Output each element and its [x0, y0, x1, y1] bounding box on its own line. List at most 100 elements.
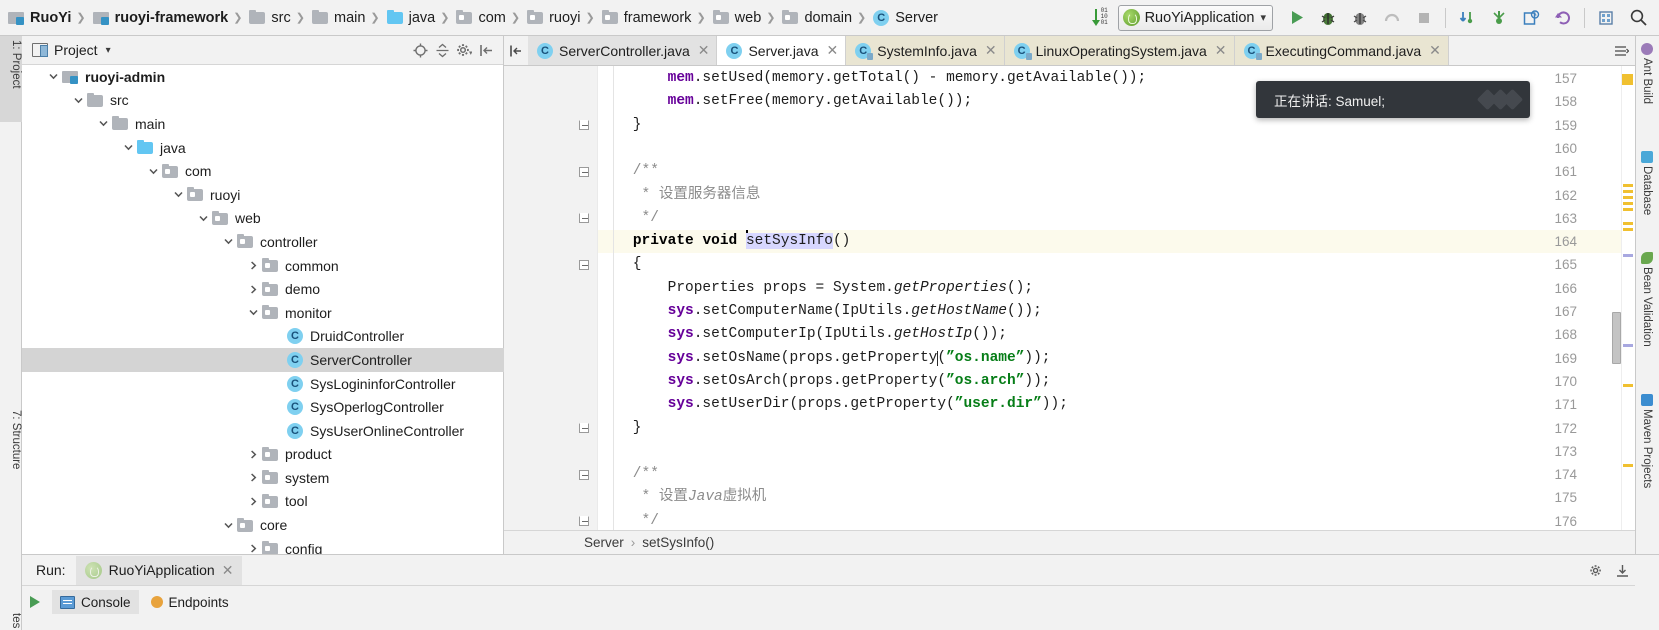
close-icon[interactable]: ✕ [222, 562, 234, 579]
rerun-icon[interactable] [22, 590, 48, 614]
close-icon[interactable]: ✕ [1215, 42, 1227, 59]
chevron-down-icon[interactable] [219, 516, 237, 534]
close-icon[interactable]: ✕ [985, 42, 997, 59]
tab-endpoints[interactable]: Endpoints [142, 590, 237, 614]
editor-tab-servercontroller[interactable]: C ServerController.java ✕ [528, 36, 718, 65]
history-icon[interactable] [1516, 4, 1546, 32]
tree-item-tool[interactable]: tool [22, 490, 504, 514]
tab-console[interactable]: Console [52, 590, 139, 614]
chevron-down-icon[interactable] [144, 162, 162, 180]
breadcrumb-item-src[interactable]: src [245, 0, 292, 36]
chevron-down-icon[interactable] [69, 91, 87, 109]
editor-tab-systeminfo[interactable]: C SystemInfo.java ✕ [846, 36, 1005, 65]
tree-item-demo[interactable]: demo [22, 277, 504, 301]
breadcrumb-item-main[interactable]: main [308, 0, 367, 36]
tree-item-system[interactable]: system [22, 466, 504, 490]
tree-item-controller[interactable]: controller [22, 230, 504, 254]
sidebar-tab-maven-projects[interactable]: Maven Projects [1635, 391, 1659, 491]
breadcrumb-method[interactable]: setSysInfo() [642, 535, 714, 550]
close-icon[interactable]: ✕ [698, 42, 710, 59]
rollback-icon[interactable] [1548, 4, 1578, 32]
breadcrumb-item-server[interactable]: Server [869, 0, 940, 36]
tree-item-servercontroller[interactable]: ServerController [22, 348, 504, 372]
run-configuration-selector[interactable]: RuoYiApplication ▾ [1117, 4, 1273, 31]
chevron-right-icon[interactable] [244, 257, 262, 275]
fold-toggle-icon[interactable] [578, 160, 590, 183]
fold-toggle-icon[interactable] [578, 510, 590, 530]
editor-scrollbar[interactable] [1612, 66, 1621, 530]
settings-icon[interactable] [1591, 4, 1621, 32]
tree-item-common[interactable]: common [22, 254, 504, 278]
locate-icon[interactable] [409, 39, 431, 61]
sidebar-tab-database[interactable]: Database [1635, 148, 1659, 218]
close-icon[interactable]: ✕ [827, 42, 839, 59]
tree-item-config[interactable]: config [22, 537, 504, 554]
sort-alphabetically-icon[interactable]: 01 10 01 [1088, 5, 1116, 31]
chevron-right-icon[interactable] [244, 492, 262, 510]
breadcrumb-item-framework[interactable]: framework [598, 0, 694, 36]
breadcrumb-item-web[interactable]: web [709, 0, 764, 36]
gear-icon[interactable] [1583, 558, 1609, 582]
tree-item-product[interactable]: product [22, 443, 504, 467]
tree-item-ruoyi-admin[interactable]: ruoyi-admin [22, 65, 504, 89]
hide-panel-icon[interactable] [1609, 558, 1635, 582]
commit-icon[interactable] [1484, 4, 1514, 32]
sidebar-tab-ant-build[interactable]: Ant Build [1635, 40, 1659, 107]
editor-tab-server[interactable]: C Server.java ✕ [717, 36, 847, 65]
tree-item-syslogininforcontroller[interactable]: SysLogininforController [22, 372, 504, 396]
tree-item-main[interactable]: main [22, 112, 504, 136]
collapse-all-icon[interactable] [431, 39, 453, 61]
project-tree[interactable]: ruoyi-admin src main java com ruoyi web control… [22, 65, 504, 554]
tree-item-ruoyi[interactable]: ruoyi [22, 183, 504, 207]
tab-list-icon[interactable] [504, 36, 528, 65]
tree-item-src[interactable]: src [22, 89, 504, 113]
code-editor[interactable]: 157 158 159 160 161 162 163 164 165 166 167 168 169 1… [504, 66, 1635, 530]
editor-breadcrumb[interactable]: Server › setSysInfo() [504, 530, 1635, 554]
tree-item-monitor[interactable]: monitor [22, 301, 504, 325]
close-icon[interactable]: ✕ [1429, 42, 1441, 59]
fold-toggle-icon[interactable] [578, 253, 590, 276]
sidebar-tab-structure[interactable]: 7: Structure [0, 406, 22, 498]
run-tab-ruoyiapplication[interactable]: RuoYiApplication ✕ [75, 555, 243, 585]
error-stripe-markers[interactable] [1621, 66, 1635, 530]
tree-item-sysuseronlinecontroller[interactable]: SysUserOnlineController [22, 419, 504, 443]
sidebar-tab-project[interactable]: 1: Project [0, 36, 22, 122]
scrollbar-thumb[interactable] [1612, 312, 1621, 364]
sidebar-tab-favorites-bottom[interactable]: tes [0, 613, 22, 628]
breadcrumb-item-domain[interactable]: domain [778, 0, 854, 36]
chevron-right-icon[interactable] [244, 540, 262, 554]
tree-item-com[interactable]: com [22, 159, 504, 183]
chevron-down-icon[interactable] [169, 186, 187, 204]
chevron-down-icon[interactable] [44, 68, 62, 86]
update-project-icon[interactable] [1452, 4, 1482, 32]
breadcrumb-class[interactable]: Server [584, 535, 624, 550]
fold-toggle-icon[interactable] [578, 417, 590, 440]
tree-item-java[interactable]: java [22, 136, 504, 160]
breadcrumb-item-com[interactable]: com [452, 0, 507, 36]
search-everywhere-icon[interactable] [1623, 4, 1653, 32]
chevron-right-icon[interactable] [244, 280, 262, 298]
chevron-right-icon[interactable] [244, 445, 262, 463]
breadcrumb-item-ruoyi[interactable]: ruoyi [523, 0, 582, 36]
chevron-down-icon[interactable] [94, 115, 112, 133]
chevron-down-icon[interactable] [244, 304, 262, 322]
tree-item-druidcontroller[interactable]: DruidController [22, 325, 504, 349]
editor-tab-executingcommand[interactable]: C ExecutingCommand.java ✕ [1234, 36, 1449, 65]
run-with-coverage-icon[interactable] [1345, 4, 1375, 32]
gear-icon[interactable]: ▾ [453, 39, 475, 61]
fold-toggle-icon[interactable] [578, 114, 590, 137]
tree-item-core[interactable]: core [22, 513, 504, 537]
editor-tab-linuxoperatingsystem[interactable]: C LinuxOperatingSystem.java ✕ [1004, 36, 1235, 65]
chevron-down-icon[interactable] [219, 233, 237, 251]
chevron-down-icon[interactable] [194, 209, 212, 227]
fold-toggle-icon[interactable] [578, 463, 590, 486]
run-icon[interactable] [1281, 4, 1311, 32]
breadcrumb-item-java[interactable]: java [383, 0, 438, 36]
breadcrumb-item-ruoyi[interactable]: RuoYi [4, 0, 73, 36]
chevron-down-icon[interactable]: ▾ [106, 45, 111, 56]
sidebar-tab-bean-validation[interactable]: Bean Validation [1635, 249, 1659, 350]
tab-actions-icon[interactable] [1609, 36, 1635, 65]
fold-toggle-icon[interactable] [578, 207, 590, 230]
hide-panel-icon[interactable] [475, 39, 497, 61]
chevron-down-icon[interactable] [119, 139, 137, 157]
